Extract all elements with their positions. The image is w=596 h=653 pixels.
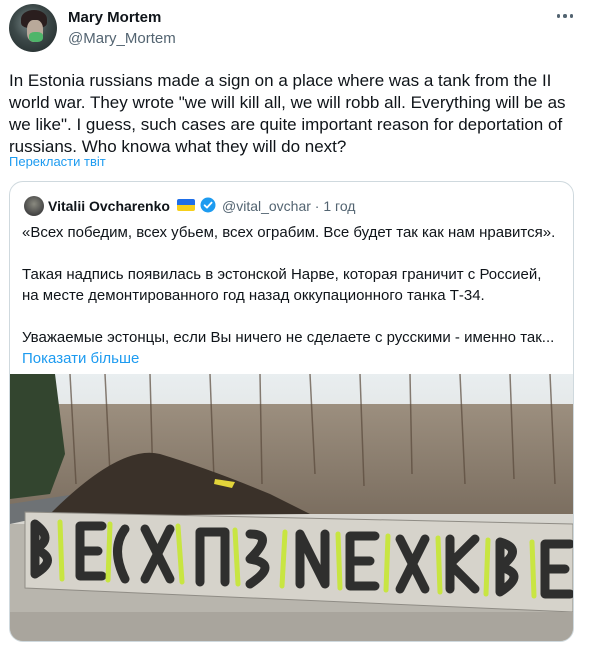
quoted-paragraph: Такая надпись появилась в эстонской Нарв… [22, 266, 542, 304]
more-icon[interactable] [552, 6, 578, 26]
tweet-text: In Estonia russians made a sign on a pla… [9, 71, 566, 156]
quoted-paragraph: Уважаемые эстонцы, если Вы ничего не сде… [22, 327, 562, 369]
quoted-author-name: Vitalii Ovcharenko [48, 198, 170, 214]
author-handle[interactable]: @Mary_Mortem [68, 30, 176, 47]
avatar-mask [29, 32, 43, 42]
ukraine-flag-icon [177, 199, 195, 211]
show-more-link[interactable]: Показати більше [22, 350, 139, 367]
graffiti-photo[interactable] [10, 374, 573, 641]
quoted-text: «Всех победим, всех убьем, всех ограбим.… [22, 222, 562, 390]
quoted-author-avatar [24, 196, 44, 216]
quoted-paragraph: «Всех победим, всех убьем, всех ограбим.… [22, 224, 556, 241]
quoted-paragraph-text: Уважаемые эстонцы, если Вы ничего не сде… [22, 329, 555, 346]
author-avatar[interactable] [9, 4, 57, 52]
author-name[interactable]: Mary Mortem [68, 9, 161, 26]
verified-badge-icon [200, 197, 216, 213]
quoted-handle-time: @vital_ovchar · 1 год [222, 198, 356, 214]
quoted-tweet[interactable]: Vitalii Ovcharenko @vital_ovchar · 1 год… [9, 181, 574, 642]
translate-tweet-link[interactable]: Перекласти твіт [9, 154, 106, 169]
